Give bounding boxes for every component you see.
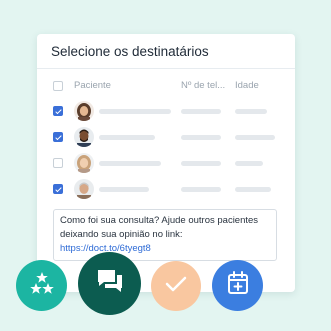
age-placeholder: [235, 135, 275, 140]
age-placeholder: [235, 187, 271, 192]
avatar: [74, 127, 94, 147]
rating-stars-icon: [29, 271, 55, 300]
row-checkbox[interactable]: [53, 132, 63, 142]
check-icon: [165, 275, 187, 298]
patient-name-placeholder: [99, 161, 161, 166]
patient-name-placeholder: [99, 187, 149, 192]
column-header-patient[interactable]: Paciente: [74, 80, 111, 91]
title-divider: [37, 68, 295, 69]
patient-name-placeholder: [99, 109, 171, 114]
rating-button[interactable]: [16, 260, 67, 311]
column-header-phone[interactable]: Nº de tel...: [181, 80, 225, 91]
table-row[interactable]: [37, 125, 295, 151]
table-row[interactable]: [37, 151, 295, 177]
schedule-button[interactable]: [212, 260, 263, 311]
avatar: [74, 153, 94, 173]
age-placeholder: [235, 161, 263, 166]
table-row[interactable]: [37, 99, 295, 125]
messages-button[interactable]: [78, 252, 141, 315]
calendar-add-icon: [227, 271, 249, 300]
row-checkbox[interactable]: [53, 158, 63, 168]
avatar: [74, 179, 94, 199]
phone-placeholder: [181, 135, 221, 140]
confirm-button[interactable]: [151, 261, 201, 311]
age-placeholder: [235, 109, 267, 114]
chat-bubbles-icon: [96, 268, 124, 299]
message-field[interactable]: Como foi sua consulta? Ajude outros paci…: [53, 209, 277, 261]
phone-placeholder: [181, 187, 221, 192]
phone-placeholder: [181, 161, 221, 166]
select-all-checkbox[interactable]: [53, 81, 63, 91]
avatar: [74, 101, 94, 121]
phone-placeholder: [181, 109, 221, 114]
patient-name-placeholder: [99, 135, 155, 140]
column-header-age[interactable]: Idade: [235, 80, 259, 91]
recipients-dialog: Selecione os destinatários Paciente Nº d…: [37, 34, 295, 292]
dialog-title: Selecione os destinatários: [51, 44, 209, 59]
row-checkbox[interactable]: [53, 184, 63, 194]
message-text: Como foi sua consulta? Ajude outros paci…: [60, 215, 259, 240]
table-header: Paciente Nº de tel... Idade: [37, 76, 295, 96]
row-checkbox[interactable]: [53, 106, 63, 116]
table-row[interactable]: [37, 177, 295, 203]
